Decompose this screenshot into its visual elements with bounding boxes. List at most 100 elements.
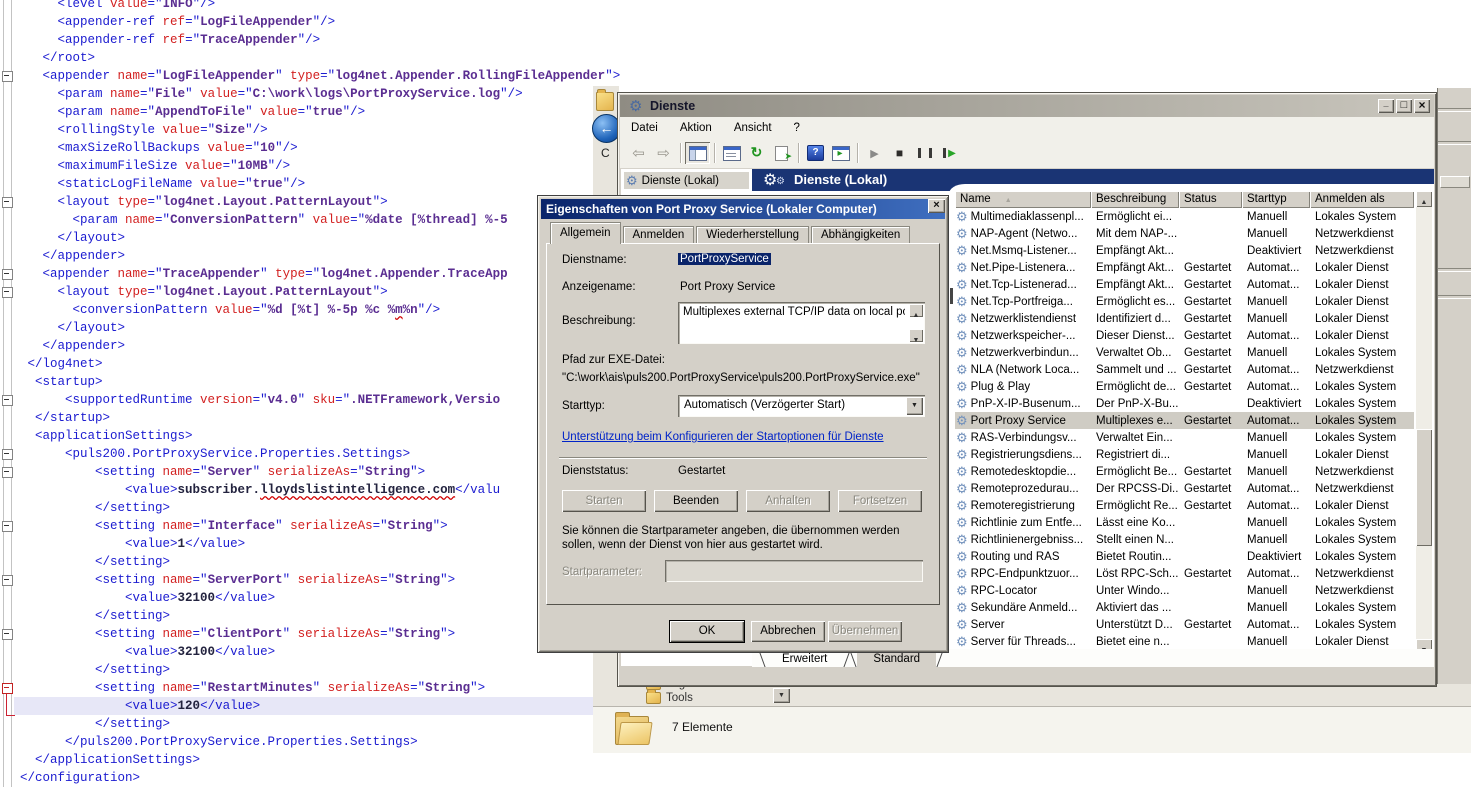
explorer-folder-item[interactable]: Tools xyxy=(646,692,693,706)
tab-anmelden[interactable]: Anmelden xyxy=(623,226,695,244)
start-button[interactable]: Starten xyxy=(562,490,646,512)
description-field[interactable]: Multiplexes external TCP/IP data on loca… xyxy=(678,302,925,344)
gear-icon xyxy=(776,176,785,187)
table-header: NameBeschreibungStatusStarttypAnmelden a… xyxy=(955,191,1414,208)
ok-button[interactable]: OK xyxy=(670,621,744,642)
fold-toggle-icon[interactable] xyxy=(2,629,13,640)
gear-icon xyxy=(956,532,968,548)
tab-abhängigkeiten[interactable]: Abhängigkeiten xyxy=(811,226,910,244)
chevron-down-icon[interactable] xyxy=(906,397,923,415)
table-row[interactable]: RPC-LocatorUnter Windo...ManuellNetzwerk… xyxy=(955,582,1414,599)
fold-toggle-icon[interactable] xyxy=(2,395,13,406)
table-row[interactable]: RAS-Verbindungsv...Verwaltet Ein...Manue… xyxy=(955,429,1414,446)
tree-item-dienste-lokal[interactable]: Dienste (Lokal) xyxy=(624,172,749,189)
properties-button[interactable] xyxy=(719,142,744,164)
stop-service-button[interactable] xyxy=(887,142,912,164)
fold-toggle-icon[interactable] xyxy=(2,521,13,532)
resume-button[interactable]: Fortsetzen xyxy=(838,490,922,512)
close-button[interactable] xyxy=(1414,99,1430,113)
table-row[interactable]: Net.Pipe-Listenera...Empfängt Akt...Gest… xyxy=(955,259,1414,276)
table-row[interactable]: Richtlinie zum Entfe...Lässt eine Ko...M… xyxy=(955,514,1414,531)
extended-view-button[interactable] xyxy=(828,142,853,164)
column-header-3[interactable]: Starttyp xyxy=(1242,191,1310,208)
table-row[interactable]: NLA (Network Loca...Sammelt und ...Gesta… xyxy=(955,361,1414,378)
export-list-button[interactable] xyxy=(769,142,794,164)
apply-button[interactable]: Übernehmen xyxy=(828,621,902,642)
table-row[interactable]: Netzwerkverbindun...Verwaltet Ob...Gesta… xyxy=(955,344,1414,361)
tab-allgemein[interactable]: Allgemein xyxy=(550,222,621,244)
fold-toggle-icon[interactable] xyxy=(2,269,13,280)
cell-logon: Lokales System xyxy=(1310,619,1414,631)
table-row[interactable]: Multimediaklassenpl...Ermöglicht ei...Ma… xyxy=(955,208,1414,225)
column-header-4[interactable]: Anmelden als xyxy=(1310,191,1414,208)
pause-button[interactable]: Anhalten xyxy=(746,490,830,512)
toolbar-separator xyxy=(714,143,715,163)
show-console-tree-button[interactable] xyxy=(685,142,710,164)
cancel-button[interactable]: Abbrechen xyxy=(751,621,825,642)
table-row[interactable]: Net.Tcp-Portfreiga...Ermöglicht es...Ges… xyxy=(955,293,1414,310)
table-row[interactable]: RemoteregistrierungErmöglicht Re...Gesta… xyxy=(955,497,1414,514)
table-row[interactable]: Net.Msmq-Listener...Empfängt Akt...Deakt… xyxy=(955,242,1414,259)
fold-toggle-icon[interactable] xyxy=(2,575,13,586)
menu-item-datei[interactable]: Datei xyxy=(620,122,669,134)
scroll-up-icon[interactable] xyxy=(1416,191,1432,207)
menu-item-aktion[interactable]: Aktion xyxy=(669,122,723,134)
pause-service-button[interactable] xyxy=(912,142,937,164)
code-line: <layout type="log4net.Layout.PatternLayo… xyxy=(14,193,599,211)
start-params-input[interactable] xyxy=(665,560,923,582)
table-row[interactable]: Registrierungsdiens...Registriert di...M… xyxy=(955,446,1414,463)
fold-toggle-icon[interactable] xyxy=(2,683,13,694)
table-row[interactable]: ServerUnterstützt D...GestartetAutomat..… xyxy=(955,616,1414,633)
column-header-2[interactable]: Status xyxy=(1179,191,1242,208)
fold-toggle-icon[interactable] xyxy=(2,449,13,460)
minimize-button[interactable] xyxy=(1378,99,1394,113)
fold-toggle-icon[interactable] xyxy=(2,467,13,478)
close-icon[interactable] xyxy=(928,199,945,213)
table-row[interactable]: RPC-Endpunktzuor...Löst RPC-Sch...Gestar… xyxy=(955,565,1414,582)
fold-toggle-icon[interactable] xyxy=(2,71,13,82)
explorer-folder-strip: LogsTools xyxy=(593,684,1471,706)
help-button[interactable] xyxy=(803,142,828,164)
scrollbar-thumb[interactable] xyxy=(1416,429,1432,546)
service-name-value[interactable]: PortProxyService xyxy=(678,253,771,265)
table-row[interactable]: Richtlinienergebniss...Stellt einen N...… xyxy=(955,531,1414,548)
cell-desc: Ermöglicht Be... xyxy=(1091,466,1179,478)
table-row[interactable]: Remotedesktopdie...Ermöglicht Be...Gesta… xyxy=(955,463,1414,480)
code-line: <level value="INFO"/> xyxy=(14,0,599,13)
scroll-up-icon[interactable] xyxy=(909,304,923,317)
fold-toggle-icon[interactable] xyxy=(2,197,13,208)
tab-wiederherstellung[interactable]: Wiederherstellung xyxy=(696,226,809,244)
table-row[interactable]: PnP-X-IP-Busenum...Der PnP-X-Bu...Deakti… xyxy=(955,395,1414,412)
dropdown-button[interactable] xyxy=(773,688,790,703)
table-row[interactable]: Server für Threads...Bietet eine n...Man… xyxy=(955,633,1414,650)
menu-item-?[interactable]: ? xyxy=(783,122,811,134)
services-title-bar[interactable]: Dienste xyxy=(620,95,1434,117)
explorer-status-bar: 7 Elemente xyxy=(593,706,1471,753)
column-header-0[interactable]: Name xyxy=(955,191,1091,208)
restart-service-button[interactable] xyxy=(937,142,962,164)
table-row[interactable]: Remoteprozedurau...Der RPCSS-Di...Gestar… xyxy=(955,480,1414,497)
table-row[interactable]: Routing und RASBietet Routin...Deaktivie… xyxy=(955,548,1414,565)
forward-toolbar-button[interactable] xyxy=(651,142,676,164)
refresh-button[interactable] xyxy=(744,142,769,164)
startup-options-help-link[interactable]: Unterstützung beim Konfigurieren der Sta… xyxy=(562,431,884,443)
fold-toggle-icon[interactable] xyxy=(2,287,13,298)
table-row[interactable]: Sekundäre Anmeld...Aktiviert das ...Manu… xyxy=(955,599,1414,616)
scroll-down-icon[interactable] xyxy=(909,329,923,342)
table-row[interactable]: NAP-Agent (Netwo...Mit dem NAP-...Manuel… xyxy=(955,225,1414,242)
back-toolbar-button[interactable] xyxy=(626,142,651,164)
gear-icon xyxy=(956,209,968,225)
start-service-button[interactable] xyxy=(862,142,887,164)
table-row[interactable]: Netzwerkspeicher-...Dieser Dienst...Gest… xyxy=(955,327,1414,344)
menu-item-ansicht[interactable]: Ansicht xyxy=(723,122,783,134)
dialog-title-bar[interactable]: Eigenschaften von Port Proxy Service (Lo… xyxy=(541,199,945,219)
column-header-1[interactable]: Beschreibung xyxy=(1091,191,1179,208)
table-row[interactable]: NetzwerklistendienstIdentifiziert d...Ge… xyxy=(955,310,1414,327)
table-row[interactable]: Port Proxy ServiceMultiplexes e...Gestar… xyxy=(955,412,1414,429)
scrollbar[interactable] xyxy=(1416,191,1432,655)
table-row[interactable]: Plug & PlayErmöglicht de...GestartetAuto… xyxy=(955,378,1414,395)
startup-type-select[interactable]: Automatisch (Verzögerter Start) xyxy=(678,395,925,417)
table-row[interactable]: Net.Tcp-Listenerad...Empfängt Akt...Gest… xyxy=(955,276,1414,293)
maximize-button[interactable] xyxy=(1396,99,1412,113)
stop-button[interactable]: Beenden xyxy=(654,490,738,512)
